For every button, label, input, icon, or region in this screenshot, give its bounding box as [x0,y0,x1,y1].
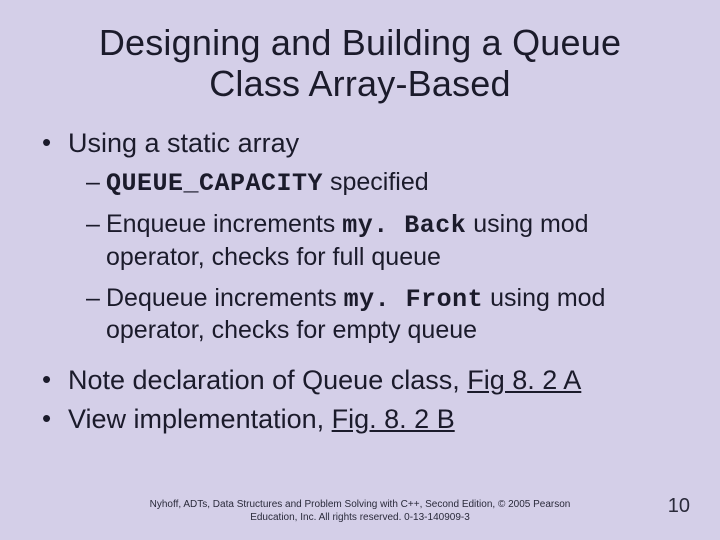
bullet-item: View implementation, Fig. 8. 2 B [42,403,684,435]
plain-text: specified [323,168,429,196]
sub-bullet-item: Dequeue increments my. Front using mod o… [86,283,684,347]
code-text: my. Back [342,211,466,240]
footer-credit: Nyhoff, ADTs, Data Structures and Proble… [0,499,720,524]
plain-text: Enqueue increments [106,210,342,238]
footer-line: Education, Inc. All rights reserved. 0-1… [250,512,470,523]
figure-link[interactable]: Fig 8. 2 A [467,365,581,395]
bullet-item: Note declaration of Queue class, Fig 8. … [42,364,684,396]
plain-text: Dequeue increments [106,284,344,312]
slide: Designing and Building a Queue Class Arr… [0,0,720,540]
sub-bullet-list: QUEUE_CAPACITY specified Enqueue increme… [68,167,684,346]
sub-bullet-item: Enqueue increments my. Back using mod op… [86,209,684,273]
title-line-2: Class Array-Based [209,63,511,104]
title-line-1: Designing and Building a Queue [99,22,621,63]
code-text: my. Front [344,285,484,314]
bullet-text: Using a static array [68,128,299,158]
slide-title: Designing and Building a Queue Class Arr… [36,22,684,105]
code-text: QUEUE_CAPACITY [106,169,323,198]
sub-bullet-item: QUEUE_CAPACITY specified [86,167,684,199]
bullet-item: Using a static array QUEUE_CAPACITY spec… [42,127,684,347]
footer-line: Nyhoff, ADTs, Data Structures and Proble… [150,499,571,510]
figure-link[interactable]: Fig. 8. 2 B [332,404,455,434]
bullet-list: Using a static array QUEUE_CAPACITY spec… [36,127,684,435]
plain-text: Note declaration of Queue class, [68,365,467,395]
page-number: 10 [668,495,690,518]
plain-text: View implementation, [68,404,332,434]
